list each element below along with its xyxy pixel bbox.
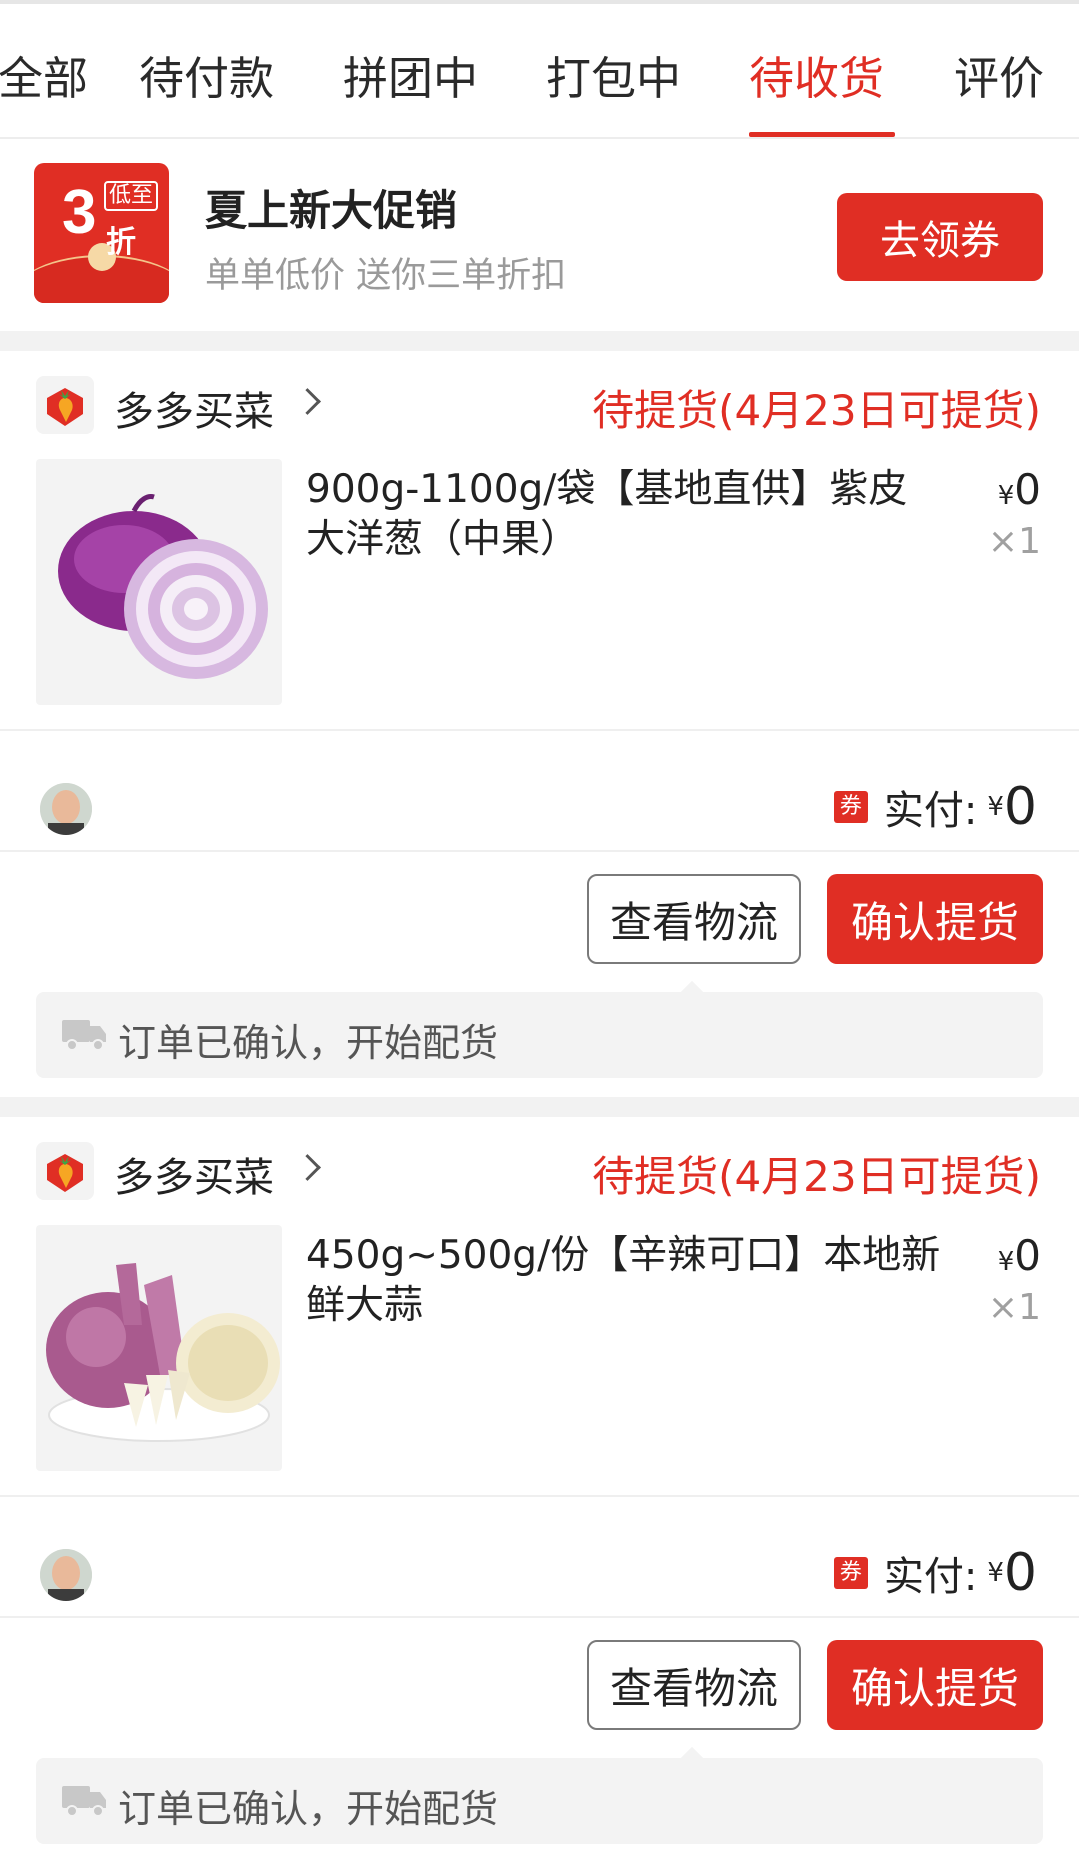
shop-logo-icon[interactable]: [36, 1142, 94, 1200]
coupon-badge-icon: 券: [833, 1557, 868, 1589]
shop-logo-icon[interactable]: [36, 376, 94, 434]
avatar: [40, 783, 92, 835]
divider: [0, 1616, 1079, 1618]
paid-amount: 券 实付: ¥0: [833, 777, 1037, 837]
product-image-garlic[interactable]: [36, 1225, 282, 1471]
tip-text: 订单已确认，开始配货: [118, 1787, 499, 1831]
chevron-right-icon[interactable]: [294, 388, 321, 415]
logistics-tip[interactable]: 订单已确认，开始配货: [36, 992, 1043, 1078]
confirm-pickup-button[interactable]: 确认提货: [827, 874, 1043, 964]
divider: [0, 729, 1079, 731]
product-price: ¥0: [997, 1231, 1041, 1280]
section-gap: [0, 331, 1079, 351]
promo-subtitle: 单单低价 送你三单折扣: [205, 256, 567, 296]
section-gap: [0, 1097, 1079, 1117]
tab-all[interactable]: 全部: [0, 42, 88, 107]
promo-title: 夏上新大促销: [205, 186, 458, 235]
confirm-pickup-button[interactable]: 确认提货: [827, 1640, 1043, 1730]
product-title[interactable]: 450g~500g/份【辛辣可口】本地新鲜大蒜: [306, 1231, 946, 1331]
coupon-badge-icon: 券: [833, 791, 868, 823]
view-logistics-button[interactable]: 查看物流: [587, 1640, 801, 1730]
promo-banner[interactable]: 3 低至 折 夏上新大促销 单单低价 送你三单折扣 去领券: [0, 139, 1079, 331]
product-title[interactable]: 900g-1100g/袋【基地直供】紫皮大洋葱（中果）: [306, 465, 946, 565]
discount-badge-icon: 3 低至 折: [34, 163, 169, 303]
product-image-red-onion[interactable]: [36, 459, 282, 705]
chevron-right-icon[interactable]: [294, 1154, 321, 1181]
shop-name[interactable]: 多多买菜: [114, 1145, 274, 1203]
tab-pending-payment[interactable]: 待付款: [139, 42, 274, 107]
order-status: 待提货(4月23日可提货): [592, 386, 1041, 435]
product-quantity: ×1: [987, 1287, 1041, 1328]
active-tab-indicator: [749, 132, 895, 137]
avatar: [40, 1549, 92, 1601]
tip-text: 订单已确认，开始配货: [118, 1021, 499, 1065]
tab-group-buying[interactable]: 拼团中: [343, 42, 478, 107]
divider: [0, 1495, 1079, 1497]
paid-amount: 券 实付: ¥0: [833, 1543, 1037, 1603]
tab-packing[interactable]: 打包中: [546, 42, 681, 107]
order-card: 多多买菜 待提货(4月23日可提货) 900g-1100g/袋【基地直供】紫皮大…: [0, 351, 1079, 1097]
truck-icon: [62, 1020, 106, 1051]
order-card: 多多买菜 待提货(4月23日可提货) 450g~500g/份【辛辣可口】本地新鲜…: [0, 1117, 1079, 1863]
tab-review[interactable]: 评价: [954, 42, 1044, 107]
view-logistics-button[interactable]: 查看物流: [587, 874, 801, 964]
order-status: 待提货(4月23日可提货): [592, 1152, 1041, 1201]
product-price: ¥0: [997, 465, 1041, 514]
shop-name[interactable]: 多多买菜: [114, 379, 274, 437]
product-quantity: ×1: [987, 521, 1041, 562]
tab-to-receive[interactable]: 待收货: [749, 42, 884, 107]
get-coupon-button[interactable]: 去领券: [837, 193, 1043, 281]
order-tabs: 全部 待付款 拼团中 打包中 待收货 评价: [0, 4, 1079, 139]
divider: [0, 850, 1079, 852]
truck-icon: [62, 1786, 106, 1817]
logistics-tip[interactable]: 订单已确认，开始配货: [36, 1758, 1043, 1844]
